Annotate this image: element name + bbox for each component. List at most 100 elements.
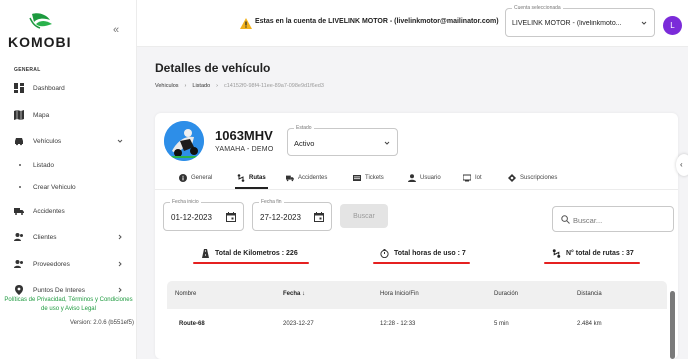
bullet-icon (19, 164, 21, 166)
stat-total-hours: Total horas de uso : 7 (380, 249, 466, 258)
sidebar-item-proveedores[interactable]: Proveedores (0, 255, 137, 273)
search-input[interactable] (573, 213, 668, 227)
sidebar-item-label: Puntos De Interes (33, 286, 86, 294)
vehicle-avatar (164, 121, 204, 161)
column-header-hora[interactable]: Hora Inicio/Fin (380, 291, 419, 297)
estado-select[interactable]: Estado Activo (287, 125, 398, 156)
cell-nombre: Route-68 (179, 321, 205, 327)
sidebar: KOMOBI « GENERAL Dashboard Mapa Vehículo… (0, 0, 137, 359)
policy-line: Políticas de Privacidad, Términos y Cond… (4, 297, 133, 303)
column-header-distancia[interactable]: Distancia (577, 291, 602, 297)
fecha-inicio-label: Fecha inicio (170, 199, 201, 205)
route-icon (237, 174, 245, 182)
section-label: GENERAL (14, 67, 41, 73)
komobi-logo-icon (29, 13, 52, 29)
chevron-right-icon (118, 234, 122, 240)
column-header-label: Fecha (283, 291, 301, 297)
current-account-notice: Estas en la cuenta de LIVELINK MOTOR - (… (255, 18, 499, 25)
stat-label: Total horas de uso : 7 (394, 250, 466, 257)
tab-label: Rutas (249, 175, 266, 181)
vehicle-plate: 1063MHV (215, 128, 273, 143)
warning-icon (240, 18, 252, 29)
tab-label: Usuario (420, 175, 441, 181)
breadcrumb-vehiculos[interactable]: Vehiculos (155, 83, 179, 89)
collapse-sidebar-icon[interactable]: « (113, 24, 119, 36)
people-icon (14, 233, 23, 241)
app-version: Version: 2.0.6 (b551ef5) (69, 320, 134, 326)
sidebar-item-mapa[interactable]: Mapa (0, 106, 137, 124)
tab-iot[interactable]: Iot (463, 167, 482, 189)
device-icon (463, 174, 471, 182)
tab-usuario[interactable]: Usuario (408, 167, 441, 189)
user-icon (408, 174, 416, 182)
tab-label: Accidentes (298, 175, 328, 181)
detail-tabs: General Rutas Accidentes Tickets Usuario… (155, 167, 678, 189)
policy-link[interactable]: Políticas de Privacidad, Términos y Cond… (0, 296, 137, 314)
chevron-right-icon: ‹ (680, 160, 683, 169)
breadcrumb-current: c14152f0-98f4-11ee-89a7-098e9d1f6ed3 (223, 83, 324, 89)
chevron-down-icon (117, 139, 123, 143)
account-select-label: Cuenta seleccionada (512, 5, 563, 11)
stat-underline (544, 262, 640, 264)
tab-label: General (191, 175, 213, 181)
tab-tickets[interactable]: Tickets (353, 167, 384, 189)
table-scrollbar[interactable] (670, 291, 675, 359)
subscription-icon (508, 174, 516, 182)
sidebar-item-clientes[interactable]: Clientes (0, 228, 137, 246)
tab-label: Iot (475, 175, 482, 181)
tab-general[interactable]: General (179, 167, 212, 189)
page-title: Detalles de vehículo (155, 61, 271, 75)
column-header-fecha[interactable]: Fecha ↓ (283, 291, 305, 297)
motorcycle-rider-icon (164, 121, 204, 161)
account-select-value: LIVELINK MOTOR - (livelinkmoto... (512, 20, 622, 27)
calendar-icon[interactable] (226, 212, 236, 222)
sidebar-item-label: Clientes (33, 233, 57, 241)
map-icon (14, 110, 24, 120)
buscar-button[interactable]: Buscar (340, 204, 388, 228)
estado-value: Activo (294, 139, 315, 148)
table-header: Nombre Fecha ↓ Hora Inicio/Fin Duración … (167, 281, 667, 309)
side-panel-toggle[interactable]: ‹ (676, 154, 688, 176)
sort-arrow-down-icon: ↓ (302, 291, 306, 297)
stopwatch-icon (380, 249, 389, 258)
breadcrumb-listado[interactable]: Listado (192, 83, 210, 89)
sidebar-item-accidentes[interactable]: Accidentes (0, 202, 137, 220)
column-header-duracion[interactable]: Duración (494, 291, 518, 297)
sidebar-item-vehiculos[interactable]: Vehículos (0, 132, 137, 150)
road-icon (202, 249, 209, 258)
estado-label: Estado (294, 125, 314, 131)
chevron-down-icon (641, 21, 647, 25)
cell-hora: 12:28 - 12:33 (380, 321, 416, 327)
sidebar-item-label: Listado (33, 161, 54, 169)
stat-total-km: Total de Kilometros : 226 (201, 249, 298, 258)
fecha-fin-field[interactable]: Fecha fin 27-12-2023 (252, 199, 332, 231)
info-icon (179, 174, 187, 182)
tab-suscripciones[interactable]: Suscripciones (508, 167, 557, 189)
vehicle-detail-card: 1063MHV YAMAHA - DEMO Estado Activo Gene… (155, 113, 678, 359)
ticket-icon (353, 175, 361, 181)
tab-rutas[interactable]: Rutas (237, 167, 266, 189)
search-input-wrapper[interactable] (552, 206, 674, 232)
breadcrumb-separator: › (184, 83, 187, 89)
sidebar-item-label: Dashboard (33, 84, 65, 92)
stat-label: N° total de rutas : 37 (566, 250, 634, 257)
sidebar-subitem-crear-vehiculo[interactable]: Crear Vehiculo (0, 180, 137, 194)
stat-label: Total de Kilometros : 226 (215, 250, 298, 257)
fecha-inicio-field[interactable]: Fecha inicio 01-12-2023 (163, 199, 244, 231)
people-icon (14, 260, 23, 268)
tabs-divider (155, 189, 678, 190)
policy-line: de uso y Aviso Legal (41, 306, 96, 312)
column-header-nombre[interactable]: Nombre (175, 291, 196, 297)
user-avatar[interactable]: L (663, 16, 682, 35)
breadcrumb-separator: › (216, 83, 218, 89)
account-select[interactable]: Cuenta seleccionada LIVELINK MOTOR - (li… (505, 5, 655, 37)
cell-distancia: 2.484 km (577, 321, 602, 327)
sidebar-subitem-listado[interactable]: Listado (0, 158, 137, 172)
truck-icon (14, 208, 24, 215)
sidebar-item-dashboard[interactable]: Dashboard (0, 79, 137, 97)
chevron-down-icon (384, 141, 390, 145)
cell-duracion: 5 min (494, 321, 509, 327)
calendar-icon[interactable] (314, 212, 324, 222)
tab-accidentes[interactable]: Accidentes (286, 167, 327, 189)
sidebar-item-label: Vehículos (33, 137, 62, 145)
